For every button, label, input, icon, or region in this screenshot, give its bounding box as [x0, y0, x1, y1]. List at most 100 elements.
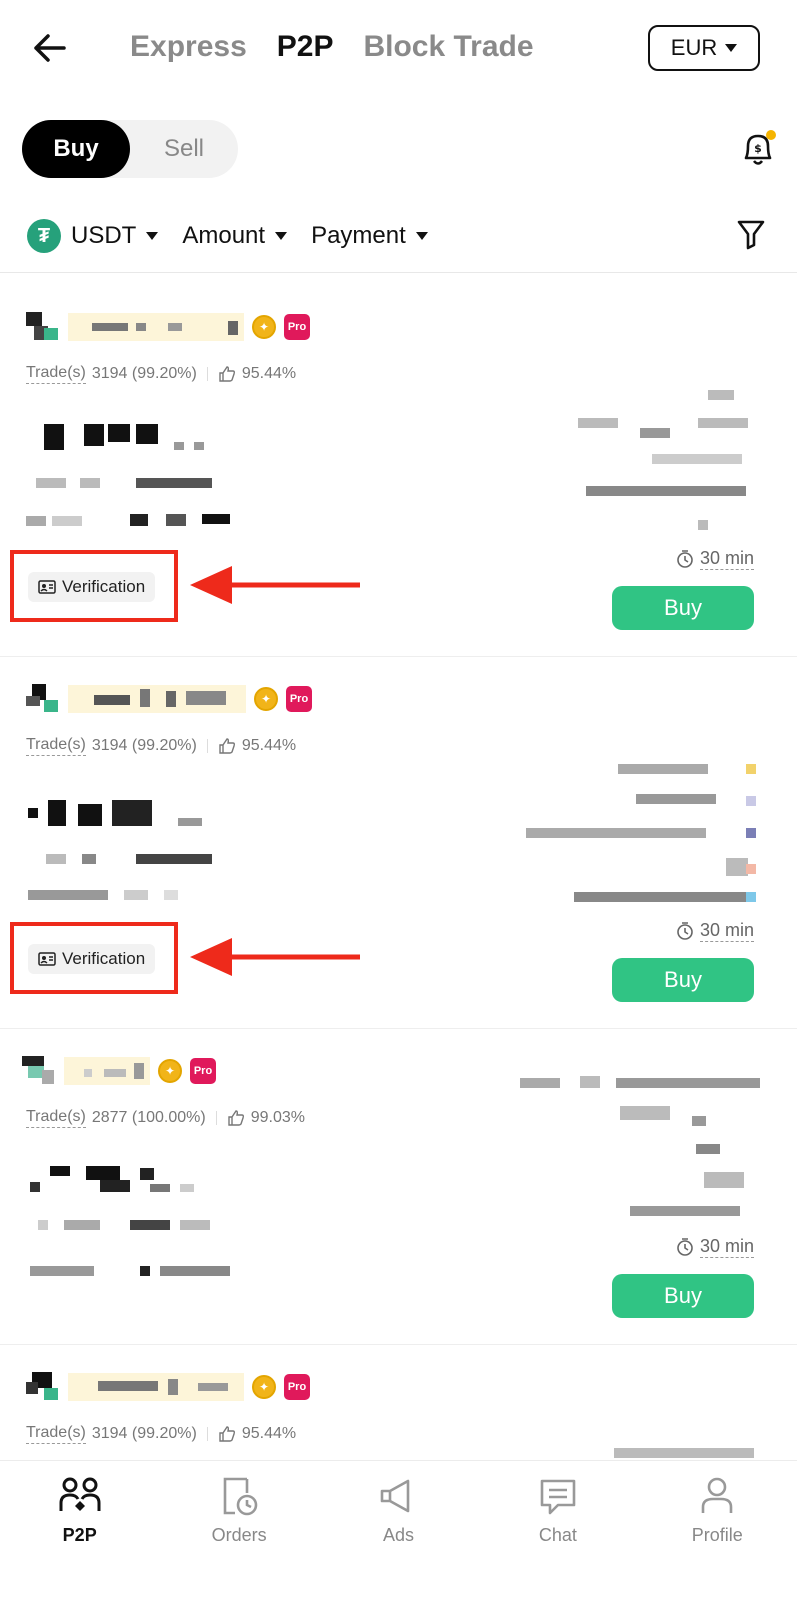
nav-label: Profile [691, 1525, 743, 1545]
tab-p2p[interactable]: P2P [277, 30, 334, 64]
filter-bar: ₮ USDT Amount Payment [27, 214, 428, 258]
top-header: Express P2P Block Trade EUR [0, 0, 797, 100]
merchant-stats: Trade(s) 3194 (99.20%) 95.44% [26, 1424, 296, 1444]
timer-icon [677, 1238, 693, 1256]
verified-merchant-badge-icon: ✦ [252, 315, 276, 339]
tab-express[interactable]: Express [130, 30, 247, 64]
filter-funnel-icon[interactable] [736, 218, 766, 250]
nav-p2p[interactable]: P2P [0, 1461, 159, 1600]
nav-orders[interactable]: Orders [159, 1461, 318, 1600]
avatar [26, 684, 60, 714]
verification-label: Verification [62, 577, 146, 596]
trades-count: 2877 (100.00%) [91, 1109, 206, 1126]
payment-methods-obscured [28, 890, 188, 902]
buy-toggle-button[interactable]: Buy [22, 120, 130, 178]
nav-profile[interactable]: Profile [638, 1461, 797, 1600]
payment-methods-obscured [30, 1266, 240, 1278]
trade-mode-tabs: Express P2P Block Trade [130, 30, 534, 64]
timer-icon [677, 922, 693, 940]
offer-card: ✦ Pro Trade(s) 2877 (100.00%) 99.03% 30 … [0, 1028, 797, 1344]
payment-time: 30 min [676, 548, 755, 570]
annotation-arrow-icon [190, 938, 360, 976]
rating-value: 95.44% [241, 737, 297, 754]
currency-selector[interactable]: EUR [648, 25, 760, 71]
merchant-row[interactable]: ✦ Pro [26, 684, 312, 714]
thumbs-up-icon [219, 1426, 235, 1442]
trades-count: 3194 (99.20%) [91, 1425, 197, 1442]
merchant-row[interactable]: ✦ Pro [22, 1056, 216, 1086]
currency-label: EUR [670, 35, 718, 60]
amount-filter[interactable]: Amount [182, 222, 288, 250]
trades-label[interactable]: Trade(s) [26, 364, 86, 384]
verified-merchant-badge-icon: ✦ [252, 1375, 276, 1399]
available-amount-obscured [614, 1448, 754, 1460]
chevron-down-icon [146, 232, 159, 240]
verification-badge[interactable]: Verification [28, 572, 156, 602]
pro-badge: Pro [284, 1374, 310, 1400]
price-obscured [28, 798, 208, 828]
chat-icon [540, 1479, 576, 1515]
rating-value: 95.44% [241, 365, 297, 382]
payment-time: 30 min [676, 920, 755, 942]
price-obscured [44, 422, 214, 452]
trades-label[interactable]: Trade(s) [26, 1108, 86, 1128]
trades-count: 3194 (99.20%) [91, 365, 197, 382]
id-card-icon [38, 580, 56, 594]
rating-value: 95.44% [241, 1425, 297, 1442]
verified-merchant-badge-icon: ✦ [158, 1059, 182, 1083]
nav-label: Orders [211, 1525, 267, 1545]
available-amount-obscured [526, 764, 756, 904]
id-card-icon [38, 952, 56, 966]
person-icon [701, 1477, 733, 1513]
offer-card: ✦ Pro Trade(s) 3194 (99.20%) 95.44% [0, 272, 797, 656]
megaphone-icon [381, 1479, 410, 1513]
thumbs-up-icon [219, 738, 235, 754]
limits-obscured [36, 478, 216, 490]
timer-icon [677, 550, 693, 568]
merchant-name-obscured [68, 313, 244, 341]
verification-badge[interactable]: Verification [28, 944, 156, 974]
payment-methods-obscured [26, 514, 236, 530]
price-obscured [30, 1166, 200, 1196]
price-alert-bell-icon[interactable]: $ [740, 130, 776, 168]
trades-label[interactable]: Trade(s) [26, 736, 86, 756]
nav-ads[interactable]: Ads [319, 1461, 478, 1600]
offer-card: ✦ Pro Trade(s) 3194 (99.20%) 95.44% [0, 656, 797, 1028]
merchant-row[interactable]: ✦ Pro [26, 1372, 310, 1402]
verification-label: Verification [62, 949, 146, 968]
users-icon [59, 1477, 101, 1511]
nav-chat[interactable]: Chat [478, 1461, 637, 1600]
payment-time: 30 min [676, 1236, 755, 1258]
back-arrow-icon[interactable] [30, 28, 70, 68]
tab-block-trade[interactable]: Block Trade [363, 30, 533, 64]
merchant-name-obscured [64, 1057, 150, 1085]
merchant-stats: Trade(s) 3194 (99.20%) 95.44% [26, 364, 296, 384]
trades-label[interactable]: Trade(s) [26, 1424, 86, 1444]
divider [206, 1427, 208, 1441]
coin-filter[interactable]: ₮ USDT [27, 219, 159, 253]
payment-time-value: 30 min [700, 1236, 755, 1258]
buy-button[interactable]: Buy [612, 958, 754, 1002]
verified-merchant-badge-icon: ✦ [254, 687, 278, 711]
thumbs-up-icon [219, 366, 235, 382]
offer-card: ✦ Pro Trade(s) 3194 (99.20%) 95.44% [0, 1344, 797, 1460]
chevron-down-icon [275, 232, 288, 240]
payment-time-value: 30 min [700, 548, 755, 570]
pro-badge: Pro [190, 1058, 216, 1084]
merchant-stats: Trade(s) 3194 (99.20%) 95.44% [26, 736, 296, 756]
merchant-name-obscured [68, 685, 246, 713]
nav-label: Ads [382, 1525, 414, 1545]
avatar [26, 312, 60, 342]
annotation-highlight-box: Verification [10, 550, 178, 622]
thumbs-up-icon [228, 1110, 244, 1126]
buy-button[interactable]: Buy [612, 1274, 754, 1318]
rating-value: 99.03% [250, 1109, 305, 1126]
avatar [26, 1372, 60, 1402]
available-amount-obscured [520, 1076, 760, 1216]
merchant-row[interactable]: ✦ Pro [26, 312, 310, 342]
merchant-stats: Trade(s) 2877 (100.00%) 99.03% [26, 1108, 305, 1128]
payment-filter[interactable]: Payment [311, 222, 428, 250]
buy-button[interactable]: Buy [612, 586, 754, 630]
chevron-down-icon [415, 232, 428, 240]
sell-toggle-button[interactable]: Sell [130, 120, 238, 178]
